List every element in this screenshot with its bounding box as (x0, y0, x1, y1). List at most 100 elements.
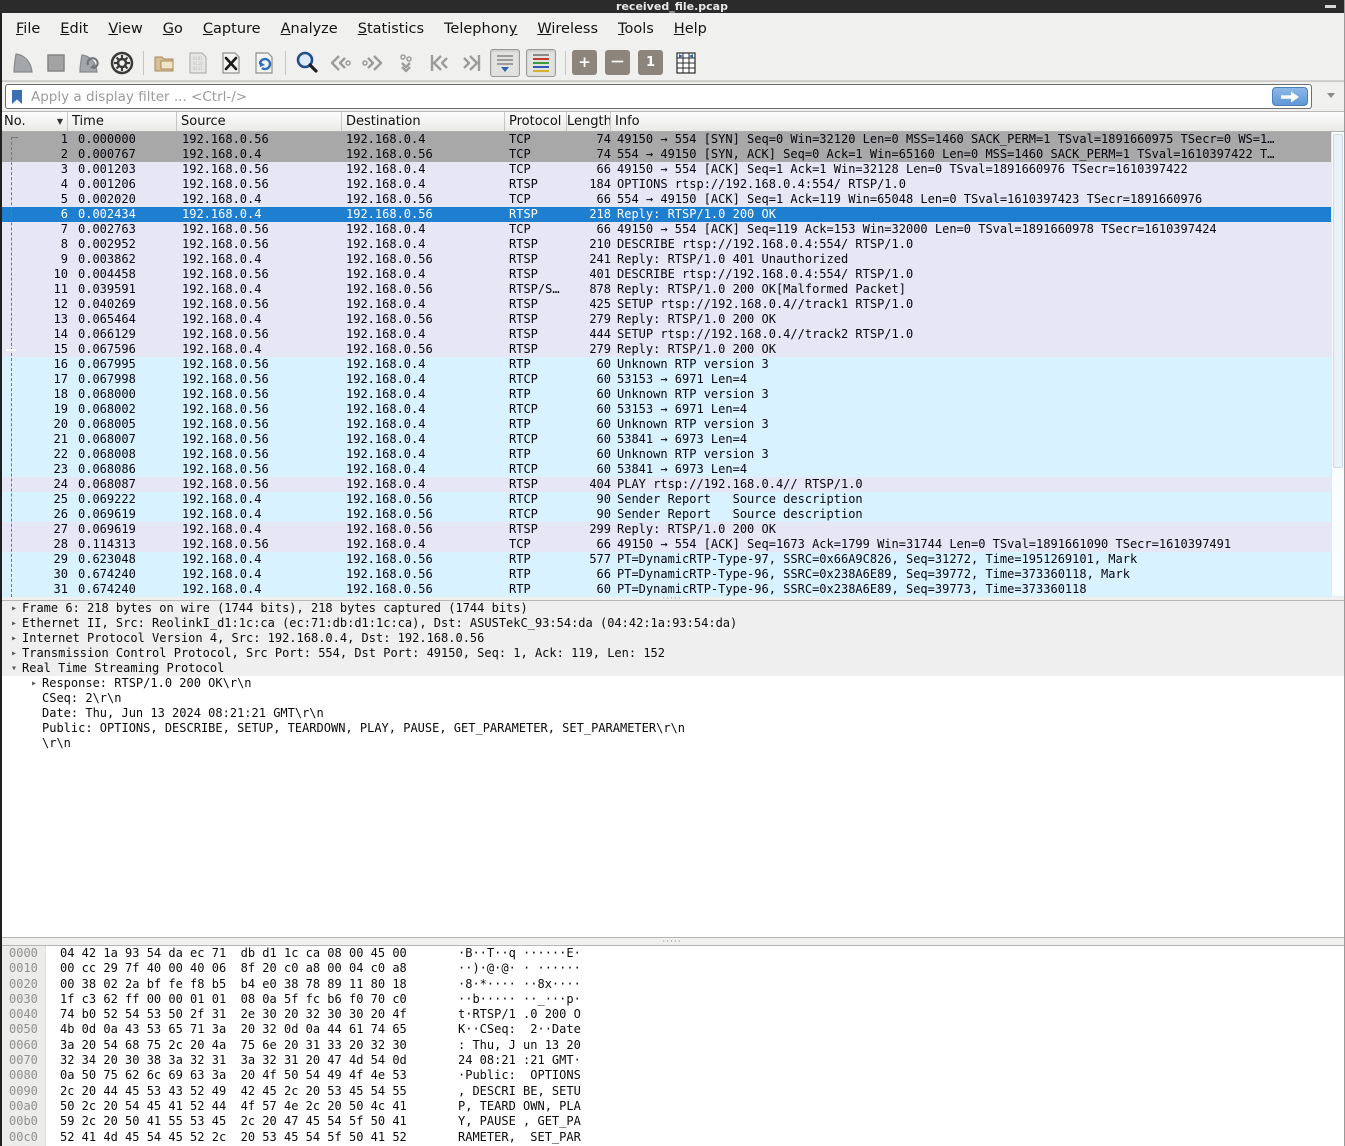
detail-line-5[interactable]: ▸Response: RTSP/1.0 200 OK\r\n (0, 676, 1344, 691)
title-bar[interactable]: received_file.pcap (0, 0, 1344, 13)
detail-line-0[interactable]: ▸Frame 6: 218 bytes on wire (1744 bits),… (0, 601, 1344, 616)
packet-row-2[interactable]: 2 0.000767 192.168.0.4 192.168.0.56 TCP … (0, 147, 1344, 162)
go-back-icon[interactable] (325, 48, 355, 78)
hex-row-0040[interactable]: 004074 b0 52 54 53 50 2f 31 2e 30 20 32 … (0, 1007, 1344, 1022)
collapsed-arrow-icon[interactable]: ▸ (6, 646, 22, 661)
collapsed-arrow-icon[interactable]: ▸ (6, 616, 22, 631)
detail-line-4[interactable]: ▾Real Time Streaming Protocol (0, 661, 1344, 676)
column-header-length[interactable]: Length (567, 112, 611, 131)
go-first-icon[interactable] (424, 48, 454, 78)
zoom-in-button[interactable]: + (572, 50, 597, 75)
menu-item-file[interactable]: File (6, 16, 50, 42)
menu-item-telephony[interactable]: Telephony (434, 16, 527, 42)
go-last-icon[interactable] (457, 48, 487, 78)
packet-row-24[interactable]: 24 0.068087 192.168.0.56 192.168.0.4 RTS… (0, 477, 1344, 492)
packet-row-30[interactable]: 30 0.674240 192.168.0.4 192.168.0.56 RTP… (0, 567, 1344, 582)
detail-line-8[interactable]: Public: OPTIONS, DESCRIBE, SETUP, TEARDO… (0, 721, 1344, 736)
zoom-out-button[interactable]: － (605, 50, 630, 75)
capture-restart-icon[interactable] (74, 48, 104, 78)
filter-apply-button[interactable] (1272, 87, 1308, 106)
packet-row-31[interactable]: 31 0.674240 192.168.0.4 192.168.0.56 RTP… (0, 582, 1344, 597)
open-file-icon[interactable] (150, 48, 180, 78)
capture-start-icon[interactable] (8, 48, 38, 78)
column-header-protocol[interactable]: Protocol (505, 112, 567, 131)
packet-row-10[interactable]: 10 0.004458 192.168.0.56 192.168.0.4 RTS… (0, 267, 1344, 282)
column-header-destination[interactable]: Destination (342, 112, 505, 131)
packet-row-27[interactable]: 27 0.069619 192.168.0.4 192.168.0.56 RTS… (0, 522, 1344, 537)
resize-columns-button[interactable] (671, 48, 701, 78)
column-header-source[interactable]: Source (177, 112, 342, 131)
detail-line-9[interactable]: \r\n (0, 736, 1344, 751)
detail-line-7[interactable]: Date: Thu, Jun 13 2024 08:21:21 GMT\r\n (0, 706, 1344, 721)
packet-row-9[interactable]: 9 0.003862 192.168.0.4 192.168.0.56 RTSP… (0, 252, 1344, 267)
menu-item-help[interactable]: Help (664, 16, 717, 42)
detail-line-1[interactable]: ▸Ethernet II, Src: ReolinkI_d1:1c:ca (ec… (0, 616, 1344, 631)
reload-file-icon[interactable] (249, 48, 279, 78)
expanded-arrow-icon[interactable]: ▾ (6, 661, 22, 676)
packet-row-23[interactable]: 23 0.068086 192.168.0.56 192.168.0.4 RTC… (0, 462, 1344, 477)
packet-row-3[interactable]: 3 0.001203 192.168.0.56 192.168.0.4 TCP … (0, 162, 1344, 177)
packet-row-16[interactable]: 16 0.067995 192.168.0.56 192.168.0.4 RTP… (0, 357, 1344, 372)
packet-row-8[interactable]: 8 0.002952 192.168.0.56 192.168.0.4 RTSP… (0, 237, 1344, 252)
hex-row-00c0[interactable]: 00c052 41 4d 45 54 45 52 2c 20 53 45 54 … (0, 1130, 1344, 1145)
packet-row-22[interactable]: 22 0.068008 192.168.0.56 192.168.0.4 RTP… (0, 447, 1344, 462)
hex-row-0090[interactable]: 00902c 20 44 45 53 43 52 49 42 45 2c 20 … (0, 1084, 1344, 1099)
packet-row-29[interactable]: 29 0.623048 192.168.0.4 192.168.0.56 RTP… (0, 552, 1344, 567)
filter-history-caret[interactable] (1327, 93, 1335, 98)
hex-row-0080[interactable]: 00800a 50 75 62 6c 69 63 3a 20 4f 50 54 … (0, 1068, 1344, 1083)
hex-row-0020[interactable]: 002000 38 02 2a bf fe f8 b5 b4 e0 38 78 … (0, 977, 1344, 992)
capture-options-icon[interactable] (107, 48, 137, 78)
packet-row-19[interactable]: 19 0.068002 192.168.0.56 192.168.0.4 RTC… (0, 402, 1344, 417)
hex-row-0060[interactable]: 00603a 20 54 68 75 2c 20 4a 75 6e 20 31 … (0, 1038, 1344, 1053)
menu-item-wireless[interactable]: Wireless (527, 16, 608, 42)
packet-row-13[interactable]: 13 0.065464 192.168.0.4 192.168.0.56 RTS… (0, 312, 1344, 327)
column-header-no[interactable]: No.▼ (0, 112, 68, 131)
packet-row-12[interactable]: 12 0.040269 192.168.0.56 192.168.0.4 RTS… (0, 297, 1344, 312)
menu-item-edit[interactable]: Edit (50, 16, 98, 42)
collapsed-arrow-icon[interactable]: ▸ (26, 676, 42, 691)
packet-row-1[interactable]: 1 0.000000 192.168.0.56 192.168.0.4 TCP … (0, 132, 1344, 147)
menu-item-view[interactable]: View (98, 16, 152, 42)
menu-item-statistics[interactable]: Statistics (348, 16, 434, 42)
detail-line-6[interactable]: CSeq: 2\r\n (0, 691, 1344, 706)
filter-bookmark-icon[interactable] (11, 89, 23, 105)
packet-row-20[interactable]: 20 0.068005 192.168.0.56 192.168.0.4 RTP… (0, 417, 1344, 432)
packet-row-28[interactable]: 28 0.114313 192.168.0.56 192.168.0.4 TCP… (0, 537, 1344, 552)
packet-row-11[interactable]: 11 0.039591 192.168.0.4 192.168.0.56 RTS… (0, 282, 1344, 297)
collapsed-arrow-icon[interactable]: ▸ (6, 601, 22, 616)
colorize-toggle[interactable] (526, 49, 556, 77)
zoom-original-button[interactable]: 1 (638, 50, 663, 75)
go-forward-icon[interactable] (358, 48, 388, 78)
packet-row-6[interactable]: 6 0.002434 192.168.0.4 192.168.0.56 RTSP… (0, 207, 1344, 222)
packet-row-25[interactable]: 25 0.069222 192.168.0.4 192.168.0.56 RTC… (0, 492, 1344, 507)
column-header-time[interactable]: Time (68, 112, 177, 131)
hex-row-00b0[interactable]: 00b059 2c 20 50 41 55 53 45 2c 20 47 45 … (0, 1114, 1344, 1129)
menu-item-tools[interactable]: Tools (608, 16, 664, 42)
hex-row-0070[interactable]: 007032 34 20 30 38 3a 32 31 3a 32 31 20 … (0, 1053, 1344, 1068)
column-header-info[interactable]: Info (611, 112, 1344, 131)
find-packet-icon[interactable] (292, 48, 322, 78)
hex-row-0000[interactable]: 000004 42 1a 93 54 da ec 71 db d1 1c ca … (0, 946, 1344, 961)
packet-row-17[interactable]: 17 0.067998 192.168.0.56 192.168.0.4 RTC… (0, 372, 1344, 387)
go-to-packet-icon[interactable] (391, 48, 421, 78)
packet-row-18[interactable]: 18 0.068000 192.168.0.56 192.168.0.4 RTP… (0, 387, 1344, 402)
close-file-icon[interactable] (216, 48, 246, 78)
menu-item-analyze[interactable]: Analyze (271, 16, 348, 42)
hex-row-0010[interactable]: 001000 cc 29 7f 40 00 40 06 8f 20 c0 a8 … (0, 961, 1344, 976)
menu-item-go[interactable]: Go (153, 16, 193, 42)
auto-scroll-toggle[interactable] (490, 49, 520, 77)
packet-row-26[interactable]: 26 0.069619 192.168.0.4 192.168.0.56 RTC… (0, 507, 1344, 522)
display-filter-field[interactable] (5, 84, 1312, 109)
packet-row-21[interactable]: 21 0.068007 192.168.0.56 192.168.0.4 RTC… (0, 432, 1344, 447)
minimize-button[interactable] (1325, 5, 1336, 8)
scrollbar-thumb[interactable] (1333, 134, 1343, 468)
collapsed-arrow-icon[interactable]: ▸ (6, 631, 22, 646)
packet-row-14[interactable]: 14 0.066129 192.168.0.56 192.168.0.4 RTS… (0, 327, 1344, 342)
menu-item-capture[interactable]: Capture (193, 16, 271, 42)
packet-row-5[interactable]: 5 0.002020 192.168.0.4 192.168.0.56 TCP … (0, 192, 1344, 207)
packet-row-4[interactable]: 4 0.001206 192.168.0.56 192.168.0.4 RTSP… (0, 177, 1344, 192)
hex-row-00a0[interactable]: 00a050 2c 20 54 45 41 52 44 4f 57 4e 2c … (0, 1099, 1344, 1114)
detail-line-2[interactable]: ▸Internet Protocol Version 4, Src: 192.1… (0, 631, 1344, 646)
capture-stop-icon[interactable] (41, 48, 71, 78)
packet-row-7[interactable]: 7 0.002763 192.168.0.56 192.168.0.4 TCP … (0, 222, 1344, 237)
